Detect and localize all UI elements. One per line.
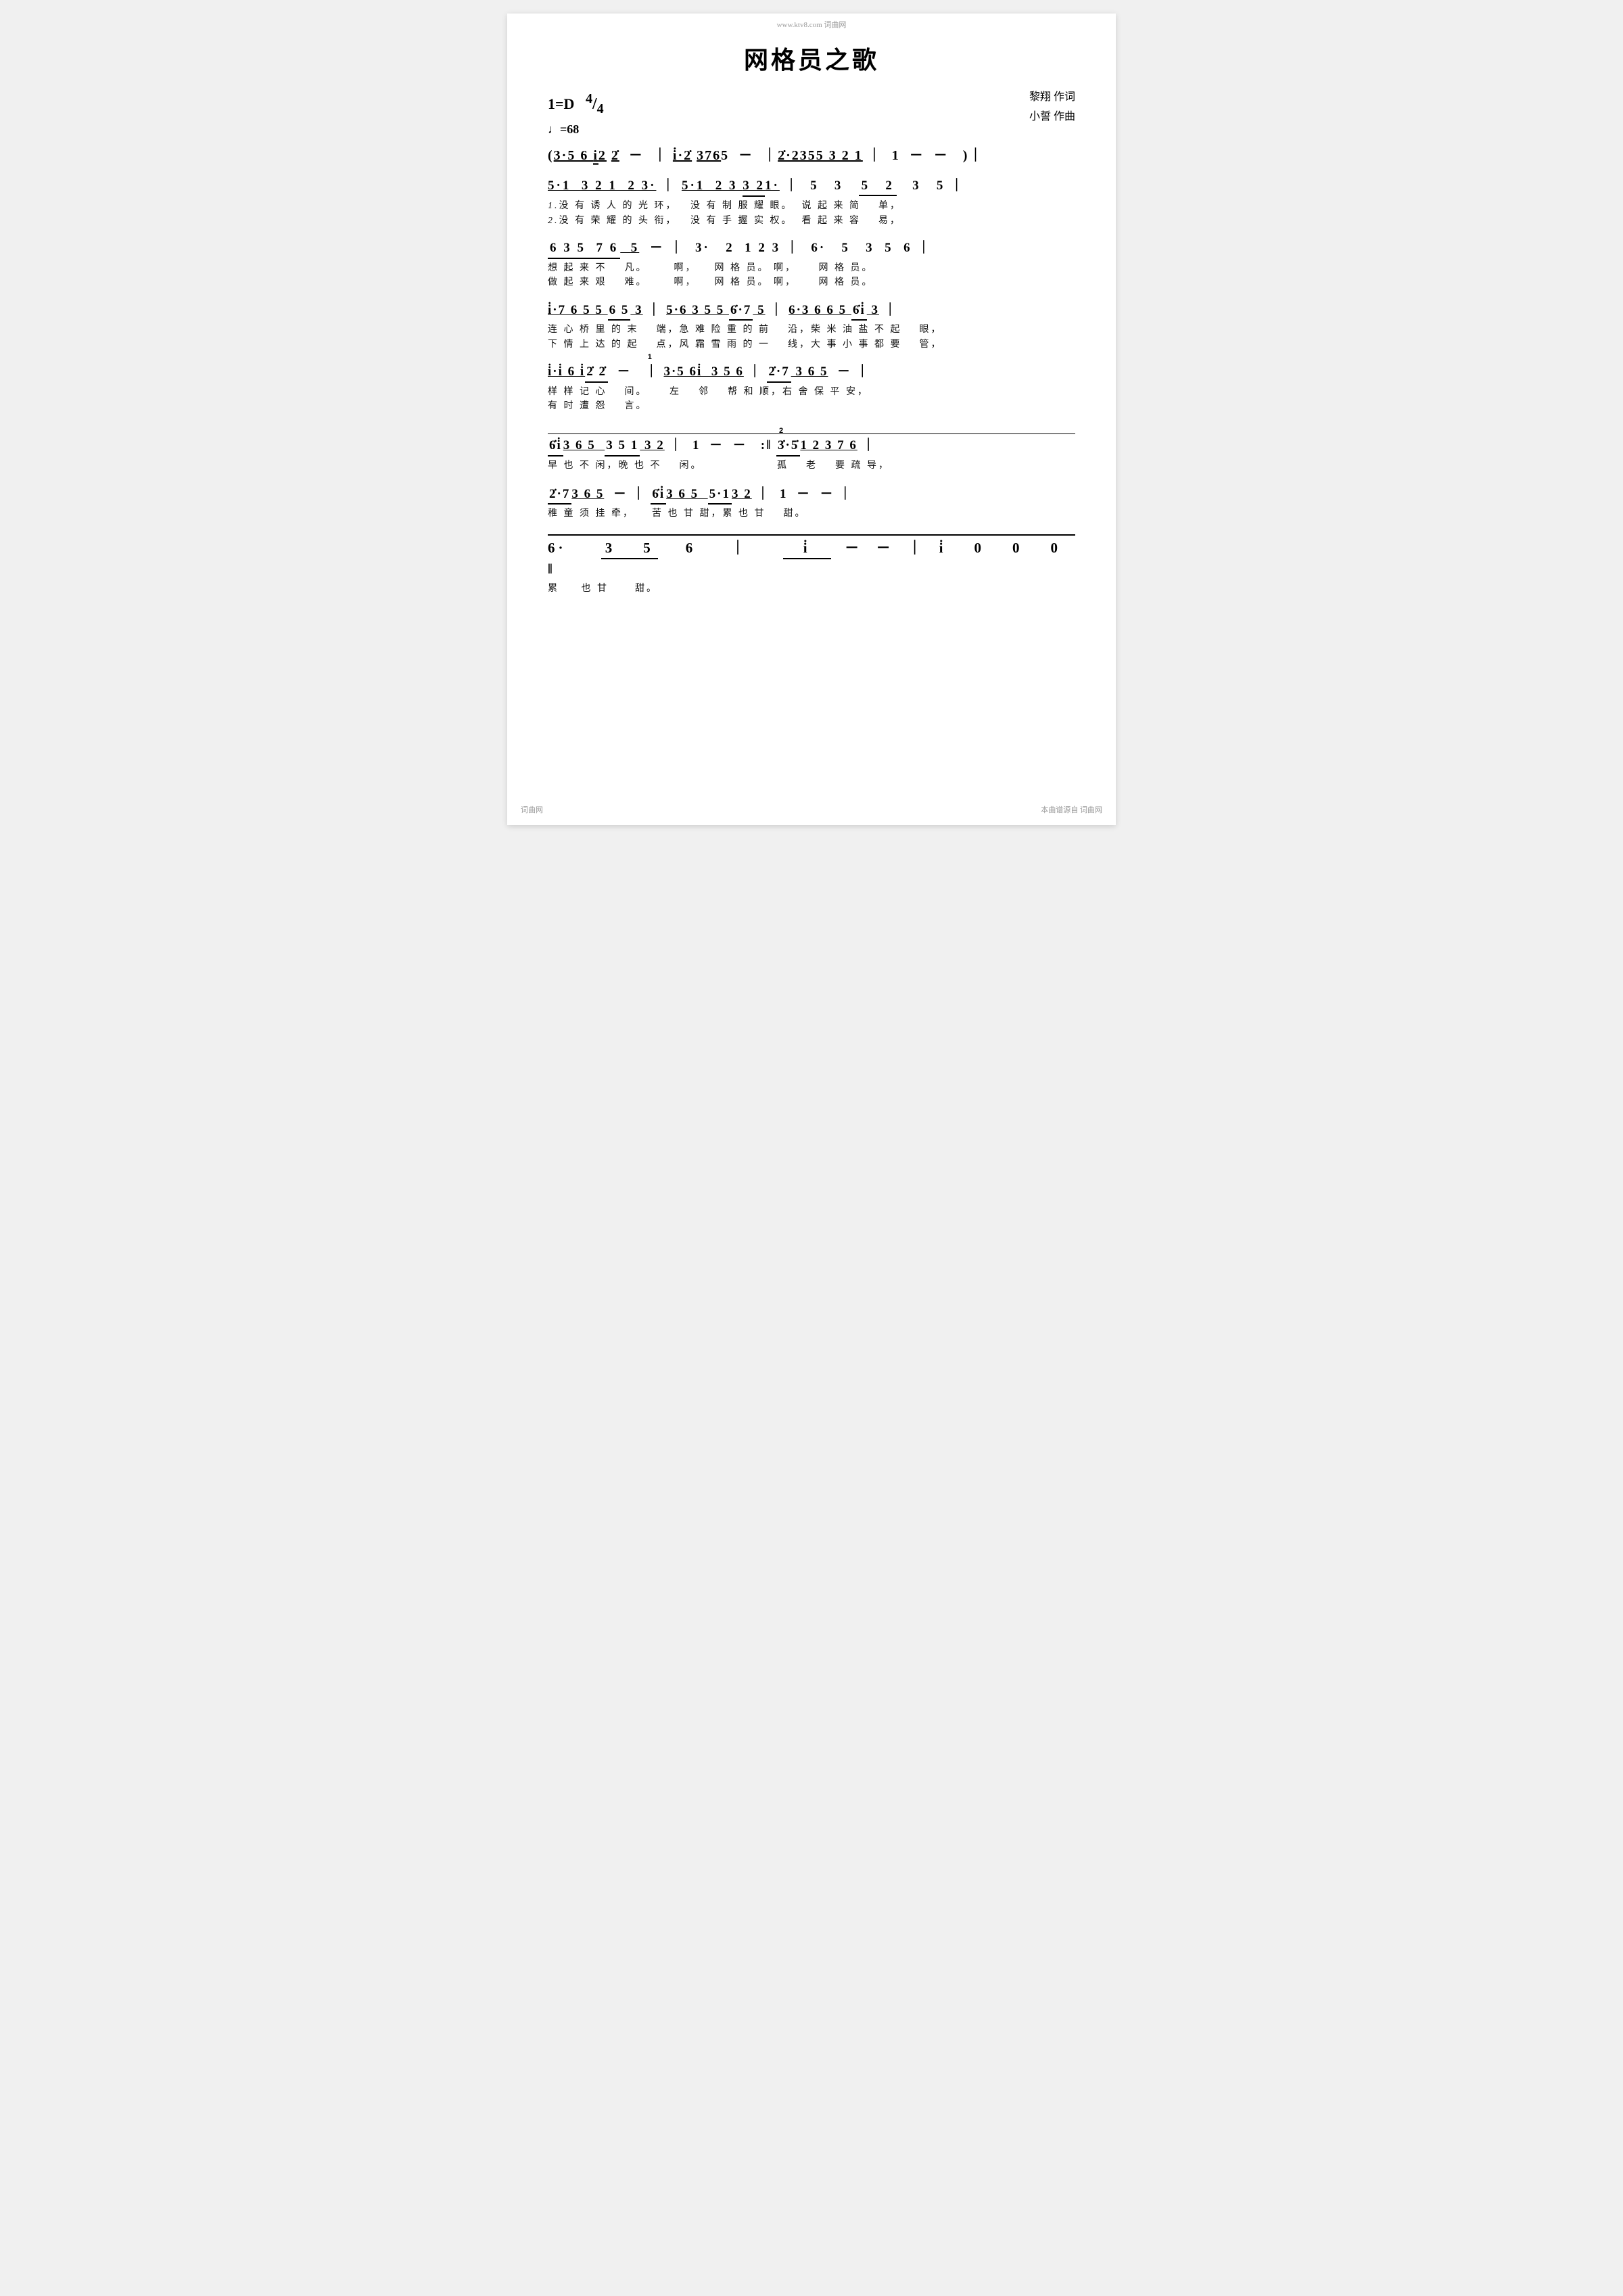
watermark-top: www.ktv8.com 词曲网 (777, 19, 847, 30)
tempo-label: ♩=68 (548, 120, 604, 139)
line2-lyrics2: 做 起 来 艰 难。 啊， 网 格 员。 啊， 网 格 员。 (548, 276, 1075, 289)
key-label: 1=D (548, 95, 574, 112)
key-line: 1=D 4/4 (548, 88, 604, 120)
line3-notes: i̇·7 6 5 5 6 5 3 ｜ 5·6 3 5 5 6̇·7 5 ｜ 6·… (548, 302, 1075, 321)
line5-lyrics1: 早 也 不 闲，晚 也 不 闲。 孤 老 要 疏 导， (548, 459, 1075, 473)
line6-lyrics1: 稚 童 须 挂 牵， 苦 也 甘 甜，累 也 甘 甜。 (548, 507, 1075, 521)
lyricist: 黎翔 作词 (1029, 88, 1075, 108)
line6: 2̇·73 6 5 － ｜ 6̇i̇3 6 5 5·13 2 ｜ 1 － － ｜… (548, 486, 1075, 522)
line7-lyrics1: 累 也 甘 甜。 (548, 582, 1075, 596)
line4-notes: i̇·i̇ 6 i̇2̇ 2̇ － 1 ｜ 3·5 6i̇ 3 5 6 ｜ 2̇… (548, 363, 1075, 383)
sheet-music: (3·5 6 i2 2̇ － ｜ i̇·2̇ 3765 － ｜2̇·2355 3… (548, 146, 1075, 596)
line1-lyrics2: 2.没 有 荣 耀 的 头 衔， 没 有 手 握 实 权。 看 起 来 容 易， (548, 214, 1075, 228)
intro-line: (3·5 6 i2 2̇ － ｜ i̇·2̇ 3765 － ｜2̇·2355 3… (548, 146, 1075, 165)
line4: i̇·i̇ 6 i̇2̇ 2̇ － 1 ｜ 3·5 6i̇ 3 5 6 ｜ 2̇… (548, 363, 1075, 421)
line4-lyrics1: 样 样 记 心 间。 左 邻 帮 和 顺，右 舍 保 平 安， (548, 385, 1075, 400)
line1: 5·1 3 2 1 2 3· ｜ 5·1 2 3 3 21· ｜ 5 3 5 2… (548, 177, 1075, 228)
line1-notes: 5·1 3 2 1 2 3· ｜ 5·1 2 3 3 21· ｜ 5 3 5 2… (548, 177, 1075, 197)
line3-lyrics2: 下 情 上 达 的 起 点，风 霜 雪 雨 的 一 线，大 事 小 事 都 要 … (548, 338, 1075, 352)
watermark-bottom-right: 本曲谱源自 词曲网 (1041, 804, 1102, 815)
line2-lyrics1: 想 起 来 不 凡。 啊， 网 格 员。 啊， 网 格 员。 (548, 261, 1075, 276)
watermark-bottom-left: 词曲网 (521, 804, 543, 815)
line7: 6· 3 5 6 ｜ i̇ － － ｜ i̇ 0 0 0 ‖ 累 也 甘 甜。 (548, 538, 1075, 596)
line2-notes: 6 3 5 7 6 5 － ｜ 3· 2 1 2 3 ｜ 6· 5 3 5 6 … (548, 239, 1075, 259)
line5-notes: 6̇i̇3 6 5 3 5 1 3 2 ｜ 1 － － :‖ 2 3̇·5̇1 … (548, 437, 1075, 456)
line5: 6̇i̇3 6 5 3 5 1 3 2 ｜ 1 － － :‖ 2 3̇·5̇1 … (548, 437, 1075, 473)
line4-wrapper: i̇·i̇ 6 i̇2̇ 2̇ － 1 ｜ 3·5 6i̇ 3 5 6 ｜ 2̇… (548, 363, 1075, 421)
line4-notes-wrapper: i̇·i̇ 6 i̇2̇ 2̇ － 1 ｜ 3·5 6i̇ 3 5 6 ｜ 2̇… (548, 363, 1075, 421)
line2: 6 3 5 7 6 5 － ｜ 3· 2 1 2 3 ｜ 6· 5 3 5 6 … (548, 239, 1075, 289)
line1-lyrics1: 1.没 有 诱 人 的 光 环， 没 有 制 服 耀 眼。 说 起 来 简 单， (548, 199, 1075, 214)
page: www.ktv8.com 词曲网 网格员之歌 1=D 4/4 ♩=68 黎翔 作… (507, 14, 1116, 825)
intro-notes: (3·5 6 i2 2̇ － ｜ i̇·2̇ 3765 － ｜2̇·2355 3… (548, 146, 1075, 165)
authors: 黎翔 作词 小誓 作曲 (1029, 88, 1075, 127)
line4-lyrics2: 有 时 遭 怨 言。 (548, 400, 1075, 413)
line3: i̇·7 6 5 5 6 5 3 ｜ 5·6 3 5 5 6̇·7 5 ｜ 6·… (548, 302, 1075, 352)
line3-lyrics1: 连 心 桥 里 的 末 端，急 难 险 重 的 前 沿，柴 米 油 盐 不 起 … (548, 323, 1075, 337)
page-title: 网格员之歌 (548, 41, 1075, 76)
time-sig: 4/4 (586, 95, 604, 113)
key-tempo: 1=D 4/4 ♩=68 (548, 88, 604, 139)
separator2 (548, 534, 1075, 536)
meta-row: 1=D 4/4 ♩=68 黎翔 作词 小誓 作曲 (548, 88, 1075, 139)
composer: 小誓 作曲 (1029, 108, 1075, 127)
line7-notes: 6· 3 5 6 ｜ i̇ － － ｜ i̇ 0 0 0 ‖ (548, 538, 1075, 580)
line6-notes: 2̇·73 6 5 － ｜ 6̇i̇3 6 5 5·13 2 ｜ 1 － － ｜ (548, 486, 1075, 505)
